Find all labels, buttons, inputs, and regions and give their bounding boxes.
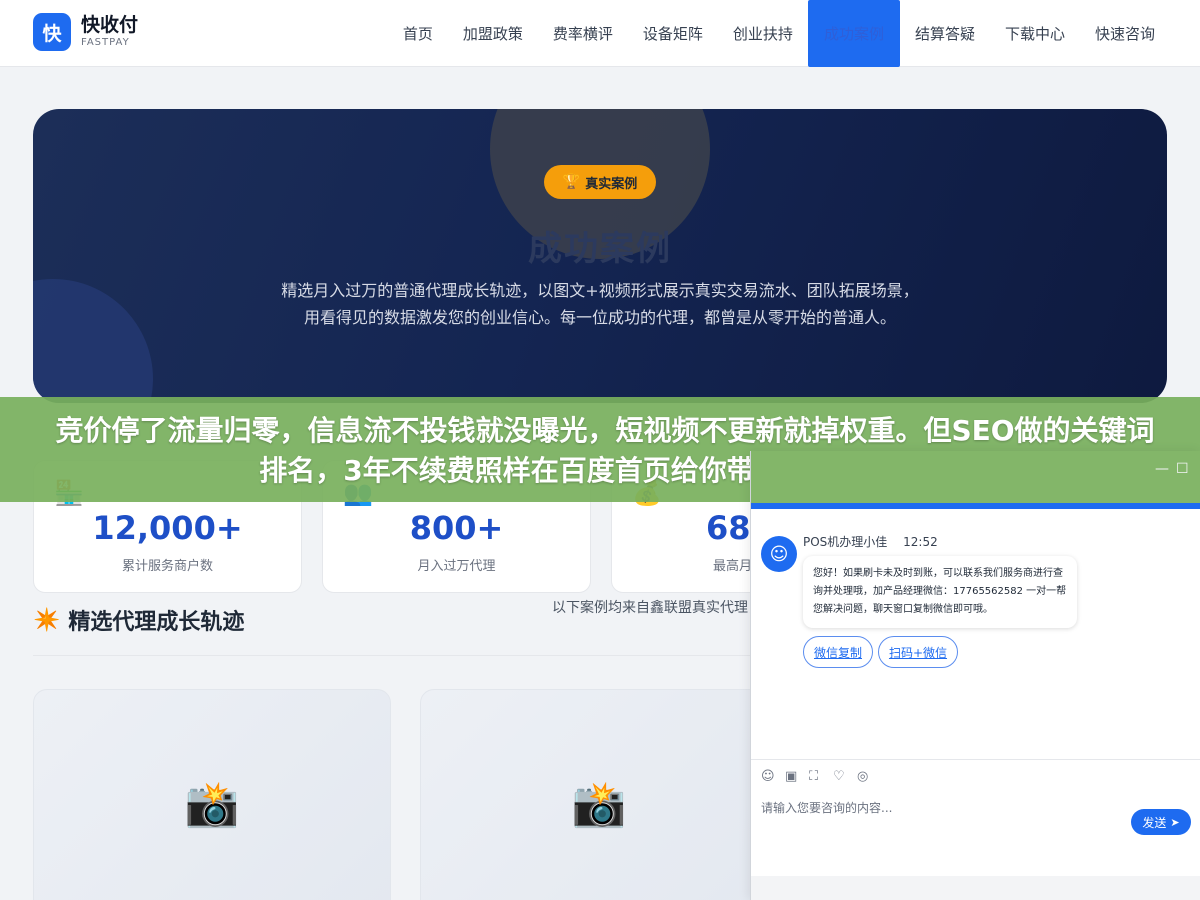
nav-devices[interactable]: 设备矩阵 bbox=[628, 0, 718, 67]
hero-description: 精选月入过万的普通代理成长轨迹，以图文+视频形式展示真实交易流水、团队拓展场景，… bbox=[281, 281, 919, 327]
trophy-icon: 🏆 bbox=[562, 174, 581, 190]
stat-label: 月入过万代理 bbox=[417, 559, 496, 574]
message-time: 12:52 bbox=[903, 535, 938, 549]
chat-divider bbox=[751, 759, 1200, 760]
hero-decor-circle-left bbox=[33, 279, 153, 403]
nav-rate-compare[interactable]: 费率横评 bbox=[538, 0, 628, 67]
hero-badge: 🏆 真实案例 bbox=[544, 165, 656, 199]
rating-icon[interactable]: ♡ bbox=[833, 769, 857, 784]
logo[interactable]: 快 快收付 FASTPAY bbox=[33, 13, 138, 51]
nav-join-policy[interactable]: 加盟政策 bbox=[448, 0, 538, 67]
wechat-icon[interactable]: ◎ bbox=[857, 769, 881, 784]
camera-icon: 📸 bbox=[184, 779, 240, 830]
copy-wechat-button[interactable]: 微信复制 bbox=[803, 636, 873, 668]
agent-avatar: ☺ bbox=[761, 536, 797, 572]
send-button[interactable]: 发送 ➤ bbox=[1131, 809, 1191, 835]
chat-input[interactable] bbox=[761, 801, 1121, 815]
camera-icon: 📸 bbox=[571, 779, 627, 830]
image-icon[interactable]: ▣ bbox=[785, 769, 809, 784]
stat-value: 800+ bbox=[409, 509, 504, 547]
nav-consult[interactable]: 快速咨询 bbox=[1080, 0, 1170, 67]
main-nav: 首页 加盟政策 费率横评 设备矩阵 创业扶持 成功案例 结算答疑 下载中心 快速… bbox=[388, 0, 1170, 67]
stat-value: 12,000+ bbox=[92, 509, 243, 547]
hero-title: 成功案例 bbox=[528, 229, 672, 269]
nav-download[interactable]: 下载中心 bbox=[990, 0, 1080, 67]
case-card[interactable]: 📸 bbox=[33, 689, 391, 900]
agent-name: POS机办理小佳 bbox=[803, 535, 888, 549]
section-title: ✴️ 精选代理成长轨迹 bbox=[33, 607, 245, 636]
emoji-icon[interactable]: ☺ bbox=[761, 769, 785, 784]
chat-widget: — ☐ ☺ POS机办理小佳 12:52 您好！如果刷卡未及时到账，可以联系我们… bbox=[750, 451, 1200, 900]
logo-mark: 快 bbox=[33, 13, 71, 51]
screenshot-icon[interactable]: ⛶ bbox=[809, 769, 833, 784]
stat-label: 累计服务商户数 bbox=[121, 559, 213, 574]
chat-toolbar: ☺ ▣ ⛶ ♡ ◎ bbox=[761, 769, 881, 784]
site-header: 快 快收付 FASTPAY 首页 加盟政策 费率横评 设备矩阵 创业扶持 成功案… bbox=[0, 0, 1200, 67]
nav-startup-support[interactable]: 创业扶持 bbox=[718, 0, 808, 67]
chat-message: 您好！如果刷卡未及时到账，可以联系我们服务商进行查询并处理哦，加产品经理微信：1… bbox=[803, 556, 1077, 628]
brand-name: 快收付 bbox=[81, 14, 139, 36]
chat-titlebar: — ☐ bbox=[751, 451, 1200, 509]
agent-meta: POS机办理小佳 12:52 bbox=[803, 533, 938, 550]
case-card[interactable]: 📸 bbox=[420, 689, 778, 900]
scan-wechat-button[interactable]: 扫码+微信 bbox=[878, 636, 958, 668]
maximize-icon[interactable]: ☐ bbox=[1176, 461, 1189, 477]
send-arrow-icon: ➤ bbox=[1170, 815, 1180, 829]
nav-success-cases[interactable]: 成功案例 bbox=[807, 0, 900, 67]
hero-banner: 🏆 真实案例 成功案例 精选月入过万的普通代理成长轨迹，以图文+视频形式展示真实… bbox=[33, 109, 1167, 403]
brand-sub: FASTPAY bbox=[81, 37, 130, 48]
nav-settlement-faq[interactable]: 结算答疑 bbox=[900, 0, 990, 67]
chat-footer bbox=[751, 876, 1200, 900]
minimize-icon[interactable]: — bbox=[1155, 461, 1169, 477]
sparkle-icon: ✴️ bbox=[33, 607, 61, 633]
nav-home[interactable]: 首页 bbox=[388, 0, 448, 67]
